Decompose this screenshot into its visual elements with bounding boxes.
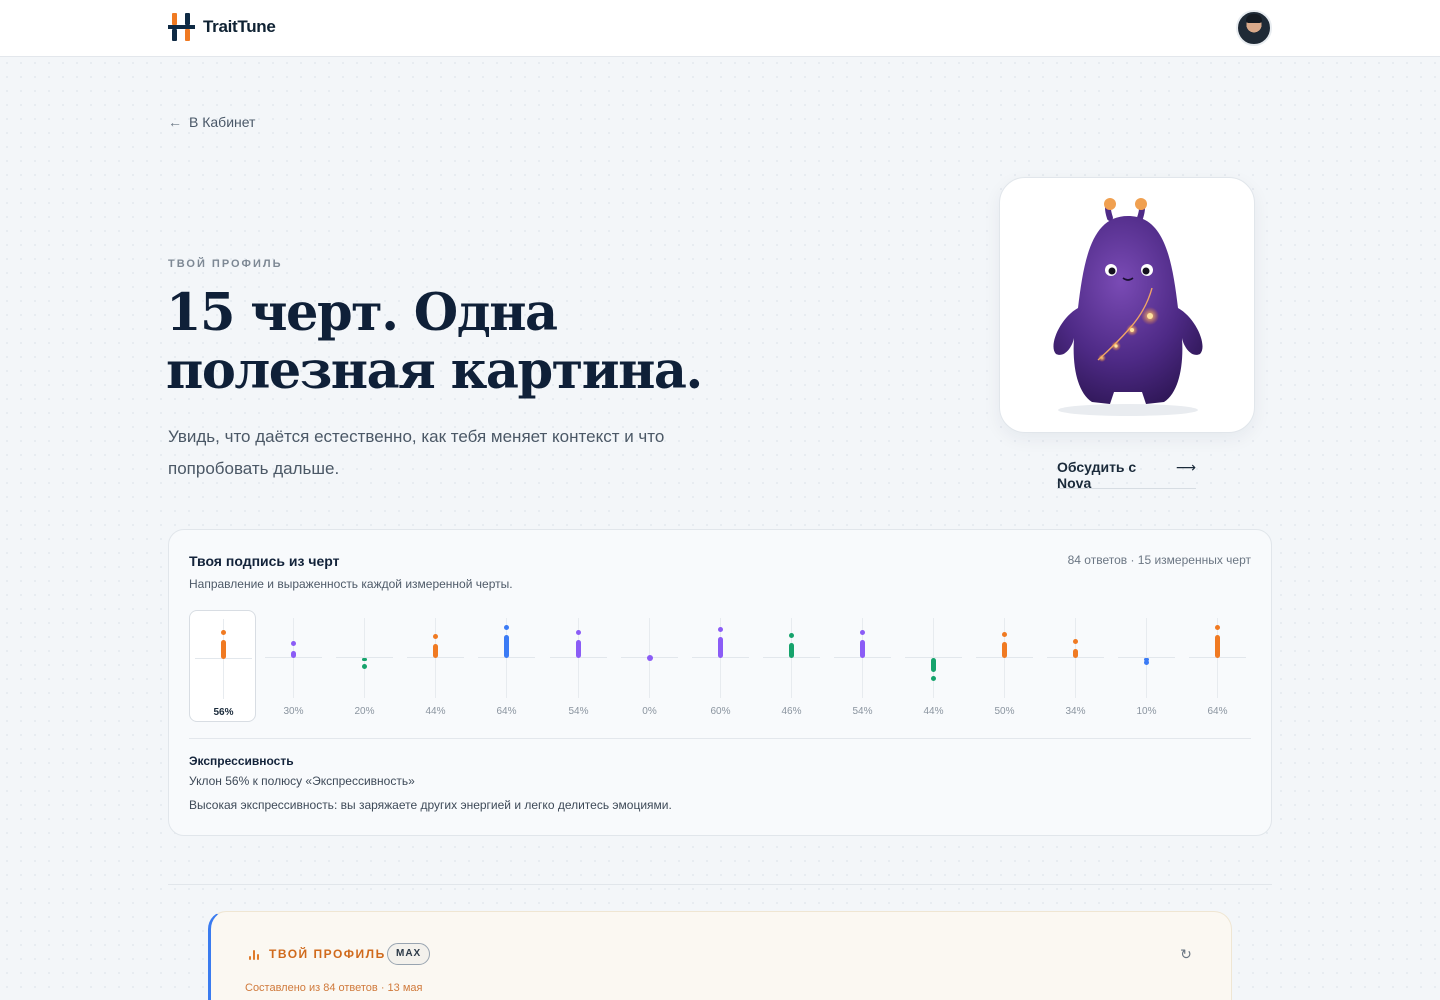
trait-column[interactable]: 44% <box>402 610 469 722</box>
trait-endpoint <box>1002 632 1007 637</box>
back-to-cabinet-link[interactable]: ← В Кабинет <box>168 114 255 130</box>
arrow-left-icon: ← <box>168 114 182 130</box>
trait-endpoint <box>1144 660 1149 665</box>
hero-eyebrow: ТВОЙ ПРОФИЛЬ <box>168 258 283 270</box>
signature-title: Твоя подпись из черт <box>189 553 340 569</box>
trait-bar <box>504 635 509 658</box>
trait-column[interactable]: 54% <box>545 610 612 722</box>
trait-column[interactable]: 20% <box>331 610 398 722</box>
trait-percent-label: 44% <box>425 706 446 717</box>
trait-bar <box>576 640 581 658</box>
trait-axis-vertical <box>1004 618 1005 698</box>
nova-mascot-illustration <box>1053 198 1203 416</box>
trait-endpoint <box>433 634 438 639</box>
trait-bar <box>789 643 794 658</box>
trait-bar <box>1002 642 1007 658</box>
trait-percent-label: 64% <box>496 706 517 717</box>
trait-endpoint <box>1215 625 1220 630</box>
trait-percent-label: 46% <box>781 706 802 717</box>
trait-percent-label: 64% <box>1207 706 1228 717</box>
trait-column[interactable]: 64% <box>473 610 540 722</box>
trait-percent-label: 44% <box>923 706 944 717</box>
mascot-card <box>999 177 1255 433</box>
selected-trait-name: Экспрессивность <box>189 754 294 768</box>
trait-endpoint <box>576 630 581 635</box>
trait-column[interactable]: 50% <box>971 610 1038 722</box>
trait-endpoint <box>291 641 296 646</box>
page-title: 15 черт. Одна полезная картина. <box>166 284 786 400</box>
trait-endpoint <box>931 676 936 681</box>
refresh-icon[interactable]: ↻ <box>1177 945 1195 963</box>
divider <box>189 738 1251 739</box>
trait-endpoint <box>221 630 226 635</box>
logo[interactable]: TraitTune <box>168 13 276 41</box>
signature-meta: 84 ответов · 15 измеренных черт <box>1067 553 1251 567</box>
trait-axis-vertical <box>506 618 507 698</box>
trait-axis-vertical <box>293 618 294 698</box>
trait-bar <box>718 637 723 658</box>
trait-axis-vertical <box>435 618 436 698</box>
trait-bar <box>931 658 936 672</box>
trait-axis-vertical <box>1075 618 1076 698</box>
trait-endpoint <box>860 630 865 635</box>
trait-endpoint <box>504 625 509 630</box>
selected-trait-description: Высокая экспрессивность: вы заряжаете др… <box>189 798 672 812</box>
selected-trait-bias: Уклон 56% к полюсу «Экспрессивность» <box>189 774 415 788</box>
trait-percent-label: 30% <box>283 706 304 717</box>
trait-column[interactable]: 56% <box>189 610 256 722</box>
trait-bar <box>433 644 438 658</box>
trait-column[interactable]: 44% <box>900 610 967 722</box>
trait-percent-label: 10% <box>1136 706 1157 717</box>
trait-bar <box>362 658 367 661</box>
trait-percent-label: 54% <box>852 706 873 717</box>
trait-bar <box>860 640 865 658</box>
hero-subtitle: Увидь, что даётся естественно, как тебя … <box>168 427 665 478</box>
waveform-icon <box>249 948 261 960</box>
discuss-label: Обсудить с Nova <box>1057 459 1137 491</box>
signature-subtitle: Направление и выраженность каждой измере… <box>189 577 513 591</box>
plan-badge: MAX <box>387 943 431 965</box>
back-link-label: В Кабинет <box>189 114 256 130</box>
trait-endpoint <box>789 633 794 638</box>
trait-percent-label: 0% <box>642 706 657 717</box>
trait-column[interactable]: 46% <box>758 610 825 722</box>
page-title-line-2: полезная картина. <box>166 341 703 401</box>
trait-column[interactable]: 60% <box>687 610 754 722</box>
trait-bar <box>221 640 226 659</box>
trait-axis-vertical <box>1217 618 1218 698</box>
user-avatar[interactable] <box>1236 10 1272 46</box>
trait-column[interactable]: 54% <box>829 610 896 722</box>
arrow-right-icon: ⟶ <box>1175 459 1196 475</box>
trait-percent-label: 20% <box>354 706 375 717</box>
trait-bar <box>291 651 296 658</box>
trait-signature-card: Твоя подпись из черт Направление и выраж… <box>168 529 1272 836</box>
discuss-with-nova-link[interactable]: Обсудить с Nova ⟶ <box>1057 456 1196 491</box>
section-divider <box>168 884 1272 885</box>
trait-endpoint <box>718 627 723 632</box>
trait-axis-vertical <box>791 618 792 698</box>
trait-percent-label: 60% <box>710 706 731 717</box>
trait-column[interactable]: 34% <box>1042 610 1109 722</box>
trait-marker <box>646 654 653 661</box>
trait-signature-chart: 56% 30% 20% 44% 64% 54% 0% 60% 46% 54% 44% 50% 34% 10… <box>189 610 1253 722</box>
trait-endpoint <box>1073 639 1078 644</box>
trait-percent-label: 54% <box>568 706 589 717</box>
trait-column[interactable]: 64% <box>1184 610 1251 722</box>
page-title-line-1: 15 черт. Одна <box>166 283 558 343</box>
trait-percent-label: 50% <box>994 706 1015 717</box>
top-bar: TraitTune <box>0 0 1440 57</box>
trait-percent-label: 56% <box>213 707 234 718</box>
profile-card-meta: Составлено из 84 ответов · 13 мая <box>245 982 423 994</box>
trait-percent-label: 34% <box>1065 706 1086 717</box>
profile-card-label: ТВОЙ ПРОФИЛЬ <box>269 947 386 961</box>
trait-endpoint <box>362 664 367 669</box>
trait-column[interactable]: 30% <box>260 610 327 722</box>
trait-column[interactable]: 0% <box>616 610 683 722</box>
logo-text: TraitTune <box>203 17 276 36</box>
trait-bar <box>1073 649 1078 658</box>
trait-column[interactable]: 10% <box>1113 610 1180 722</box>
profile-summary-card: ТВОЙ ПРОФИЛЬ MAX ↻ Составлено из 84 отве… <box>208 911 1232 1000</box>
traittune-logo-icon <box>168 13 195 41</box>
trait-bar <box>1215 635 1220 658</box>
